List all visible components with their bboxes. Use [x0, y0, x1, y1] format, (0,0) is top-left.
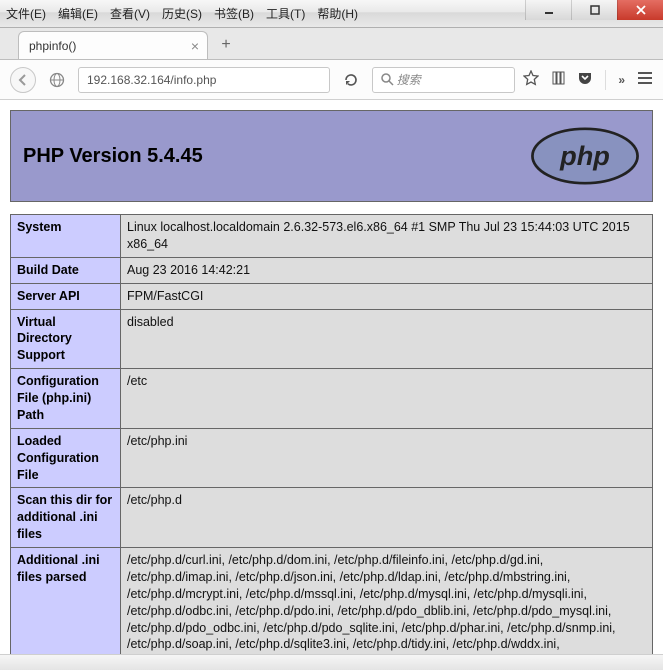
info-row: SystemLinux localhost.localdomain 2.6.32… — [11, 215, 653, 258]
info-value: Linux localhost.localdomain 2.6.32-573.e… — [121, 215, 653, 258]
status-bar — [0, 654, 663, 670]
navigation-toolbar: 搜索 » — [0, 60, 663, 100]
info-value: /etc — [121, 369, 653, 429]
tab-title: phpinfo() — [29, 39, 76, 53]
tab-strip: phpinfo() × + — [0, 28, 663, 60]
menu-bar: 文件(E) 编辑(E) 查看(V) 历史(S) 书签(B) 工具(T) 帮助(H… — [6, 5, 358, 22]
site-identity-button[interactable] — [44, 67, 70, 93]
search-placeholder: 搜索 — [397, 71, 421, 88]
info-key: Build Date — [11, 257, 121, 283]
menu-edit[interactable]: 编辑(E) — [58, 5, 98, 22]
new-tab-button[interactable]: + — [212, 31, 240, 59]
menu-bookmarks[interactable]: 书签(B) — [214, 5, 254, 22]
menu-tools[interactable]: 工具(T) — [266, 5, 305, 22]
pocket-icon — [577, 70, 593, 86]
info-row: Server APIFPM/FastCGI — [11, 283, 653, 309]
menu-icon — [637, 71, 653, 85]
menu-file[interactable]: 文件(E) — [6, 5, 46, 22]
window-close-button[interactable] — [617, 0, 663, 20]
info-value: Aug 23 2016 14:42:21 — [121, 257, 653, 283]
svg-text:php: php — [559, 140, 610, 171]
php-version-title: PHP Version 5.4.45 — [23, 145, 203, 168]
star-icon — [523, 70, 539, 86]
search-icon — [379, 73, 397, 86]
tab-phpinfo[interactable]: phpinfo() × — [18, 31, 208, 59]
info-key: System — [11, 215, 121, 258]
info-row: Configuration File (php.ini) Path/etc — [11, 369, 653, 429]
menu-help[interactable]: 帮助(H) — [317, 5, 358, 22]
library-button[interactable] — [551, 71, 565, 88]
reload-button[interactable] — [338, 67, 364, 93]
back-button[interactable] — [10, 67, 36, 93]
info-key: Configuration File (php.ini) Path — [11, 369, 121, 429]
tab-close-button[interactable]: × — [191, 38, 199, 54]
info-row: Loaded Configuration File/etc/php.ini — [11, 428, 653, 488]
php-logo: php — [530, 127, 640, 185]
overflow-button[interactable]: » — [618, 73, 625, 87]
close-icon — [636, 5, 646, 15]
info-key: Additional .ini files parsed — [11, 548, 121, 655]
window-maximize-button[interactable] — [571, 0, 617, 20]
minimize-icon — [544, 5, 554, 15]
pocket-button[interactable] — [577, 70, 593, 89]
url-bar[interactable] — [78, 67, 330, 93]
info-value: FPM/FastCGI — [121, 283, 653, 309]
window-minimize-button[interactable] — [525, 0, 571, 20]
search-bar[interactable]: 搜索 — [372, 67, 516, 93]
info-row: Virtual Directory Supportdisabled — [11, 309, 653, 369]
globe-icon — [49, 72, 65, 88]
info-value: /etc/php.d/curl.ini, /etc/php.d/dom.ini,… — [121, 548, 653, 655]
info-value: /etc/php.ini — [121, 428, 653, 488]
info-value: disabled — [121, 309, 653, 369]
menu-view[interactable]: 查看(V) — [110, 5, 150, 22]
info-row: Additional .ini files parsed/etc/php.d/c… — [11, 548, 653, 655]
info-value: /etc/php.d — [121, 488, 653, 548]
phpinfo-header: PHP Version 5.4.45 php — [10, 110, 653, 202]
hamburger-menu-button[interactable] — [637, 71, 653, 88]
window-titlebar: 文件(E) 编辑(E) 查看(V) 历史(S) 书签(B) 工具(T) 帮助(H… — [0, 0, 663, 28]
url-input[interactable] — [85, 72, 323, 88]
info-row: Build DateAug 23 2016 14:42:21 — [11, 257, 653, 283]
maximize-icon — [590, 5, 600, 15]
bookmark-star-button[interactable] — [523, 70, 539, 89]
phpinfo-table: SystemLinux localhost.localdomain 2.6.32… — [10, 214, 653, 654]
info-key: Scan this dir for additional .ini files — [11, 488, 121, 548]
arrow-left-icon — [17, 74, 29, 86]
info-key: Server API — [11, 283, 121, 309]
page-viewport[interactable]: PHP Version 5.4.45 php SystemLinux local… — [0, 100, 663, 654]
info-row: Scan this dir for additional .ini files/… — [11, 488, 653, 548]
info-key: Loaded Configuration File — [11, 428, 121, 488]
menu-history[interactable]: 历史(S) — [162, 5, 202, 22]
bookmarks-icon — [551, 71, 565, 85]
reload-icon — [343, 72, 359, 88]
toolbar-separator — [605, 70, 606, 90]
info-key: Virtual Directory Support — [11, 309, 121, 369]
